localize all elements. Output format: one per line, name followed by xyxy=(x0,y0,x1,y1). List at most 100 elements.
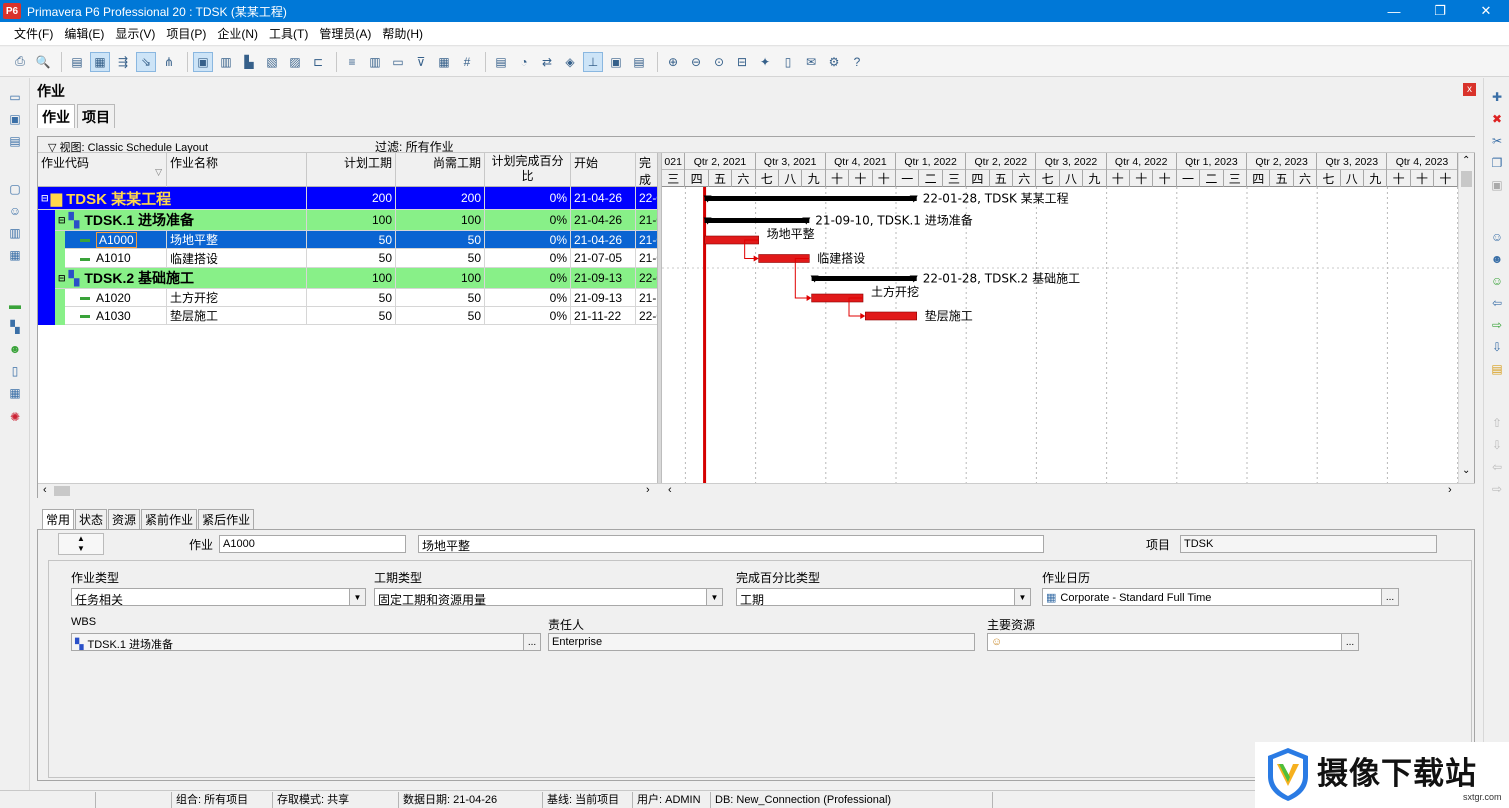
filter-icon[interactable]: ⊽ xyxy=(411,52,431,72)
close-button[interactable]: ✕ xyxy=(1463,0,1509,22)
activity-id-field[interactable]: A1000 xyxy=(219,535,406,553)
restore-button[interactable]: ❐ xyxy=(1417,0,1463,22)
record-navigator[interactable]: ▲ ▼ xyxy=(58,533,104,555)
collapse-icon[interactable]: ⊟ xyxy=(58,215,66,226)
table-font-icon[interactable]: ▭ xyxy=(388,52,408,72)
assign-steps-icon[interactable]: ⇩ xyxy=(1488,338,1506,355)
docs-nav-icon[interactable]: ▯ xyxy=(6,362,24,379)
help-icon[interactable]: ? xyxy=(847,52,867,72)
gantt-chart[interactable]: 021 Qtr 2, 2021 Qtr 3, 2021 Qtr 4, 2021 Qtr … xyxy=(662,153,1474,483)
tracking-nav-icon[interactable]: ▦ xyxy=(6,246,24,263)
wbs2-nav-icon[interactable]: ▚ xyxy=(6,318,24,335)
zoom-in-icon[interactable]: ⊕ xyxy=(663,52,683,72)
comment-icon[interactable]: ✉ xyxy=(801,52,821,72)
layout-icon[interactable]: ▥ xyxy=(365,52,385,72)
delete-icon[interactable]: ✖ xyxy=(1488,110,1506,127)
link-icon[interactable]: ⊏ xyxy=(308,52,328,72)
move-right-icon[interactable]: ⇨ xyxy=(1488,480,1506,497)
critical-icon[interactable]: ⊥ xyxy=(583,51,603,72)
resources-nav-icon[interactable]: ☺ xyxy=(6,202,24,219)
tab-activities[interactable]: 作业 xyxy=(37,104,75,128)
collapse-icon[interactable]: ⊟ xyxy=(58,273,66,284)
scroll-left-icon[interactable]: ‹ xyxy=(43,484,47,496)
assign-pred-icon[interactable]: ⇦ xyxy=(1488,294,1506,311)
calendar-browse-button[interactable]: ... xyxy=(1381,589,1398,605)
wbs-field[interactable]: ▚ TDSK.1 进场准备... xyxy=(71,633,541,651)
group-sort-icon[interactable]: ≡ xyxy=(342,52,362,72)
move-left-icon[interactable]: ⇦ xyxy=(1488,458,1506,475)
gantt-scroll-right-icon[interactable]: › xyxy=(1448,484,1452,496)
move-up-icon[interactable]: ⇧ xyxy=(1488,414,1506,431)
gear-icon[interactable]: ⚙ xyxy=(824,52,844,72)
menu-tools[interactable]: 工具(T) xyxy=(269,25,308,42)
resource-browse-button[interactable]: ... xyxy=(1341,634,1358,650)
table-row[interactable]: ⊟ ▆ TDSK 某某工程 200 200 0% 21-04-26 22-01-… xyxy=(38,187,660,210)
table-row[interactable]: ▬ A1030 垫层施工 50 50 0% 21-11-22 22-01-28 xyxy=(38,307,660,325)
hash-icon[interactable]: # xyxy=(457,52,477,72)
columns-icon[interactable]: ▤ xyxy=(67,52,87,72)
calendar-field[interactable]: ▦ Corporate - Standard Full Time... xyxy=(1042,588,1399,606)
timescale-icon[interactable]: ▦ xyxy=(434,52,454,72)
risks-nav-icon[interactable]: ✺ xyxy=(6,408,24,425)
eps-nav-icon[interactable]: ▣ xyxy=(6,110,24,127)
responsible-field[interactable]: Enterprise xyxy=(548,633,975,651)
notebook-icon[interactable]: ▤ xyxy=(1488,360,1506,377)
side-by-side-icon[interactable]: ▯ xyxy=(778,52,798,72)
minimize-button[interactable]: — xyxy=(1371,0,1417,22)
table-row[interactable]: ▬ A1010 临建搭设 50 50 0% 21-07-05 21-09-10 xyxy=(38,249,660,268)
copy-icon[interactable]: ❐ xyxy=(1488,154,1506,171)
col-activity-id[interactable]: 作业代码 ▽ xyxy=(38,153,167,187)
print-preview-icon[interactable]: 🔍 xyxy=(33,52,53,72)
dropdown-arrow-icon[interactable]: ▼ xyxy=(1014,589,1030,605)
progress-line-icon[interactable]: ⇘ xyxy=(136,51,156,72)
pct-type-select[interactable]: 工期 ▼ xyxy=(736,588,1031,606)
tab-predecessors[interactable]: 紧前作业 xyxy=(141,509,198,529)
tab-status[interactable]: 状态 xyxy=(75,509,108,529)
tab-resources[interactable]: 资源 xyxy=(108,509,141,529)
scroll-up-icon[interactable]: ⌃ xyxy=(1462,155,1470,166)
print-icon[interactable]: ⎙ xyxy=(10,52,30,72)
store-period-icon[interactable]: ▣ xyxy=(606,52,626,72)
baseline-icon[interactable]: ◈ xyxy=(560,52,580,72)
assign-code-icon[interactable]: ☺ xyxy=(1488,272,1506,289)
split-icon[interactable]: ⊟ xyxy=(732,52,752,72)
project-field[interactable]: TDSK xyxy=(1180,535,1437,553)
tab-projects[interactable]: 项目 xyxy=(77,104,115,128)
col-planned-pct[interactable]: 计划完成百分比 xyxy=(485,153,571,187)
assign-role-icon[interactable]: ☻ xyxy=(1488,250,1506,267)
schedule-icon[interactable]: ▤ xyxy=(491,52,511,72)
menu-admin[interactable]: 管理员(A) xyxy=(319,25,371,42)
activity-type-select[interactable]: 任务相关 ▼ xyxy=(71,588,366,606)
trace-icon[interactable]: ▨ xyxy=(285,52,305,72)
menu-help[interactable]: 帮助(H) xyxy=(382,25,423,42)
gantt-scroll-left-icon[interactable]: ‹ xyxy=(668,484,672,496)
gantt-icon[interactable]: ▥ xyxy=(216,52,236,72)
assign-resource-icon[interactable]: ☺ xyxy=(1488,228,1506,245)
collapse-icon[interactable]: ⊟ xyxy=(41,193,49,204)
col-planned-duration[interactable]: 计划工期 xyxy=(307,153,396,187)
col-activity-name[interactable]: 作业名称 xyxy=(167,153,307,187)
scroll-thumb[interactable] xyxy=(1461,171,1472,187)
menu-file[interactable]: 文件(F) xyxy=(14,25,53,42)
scroll-down-icon[interactable]: ⌄ xyxy=(1462,465,1470,476)
level-icon[interactable]: ◔ xyxy=(514,52,534,72)
projects-nav-icon[interactable]: ▭ xyxy=(6,88,24,105)
filter-view-icon[interactable]: ⇶ xyxy=(113,52,133,72)
tab-successors[interactable]: 紧后作业 xyxy=(198,509,255,529)
portfolio-nav-icon[interactable]: ▤ xyxy=(6,132,24,149)
scroll-right-icon[interactable]: › xyxy=(646,484,650,496)
network-icon[interactable]: ▧ xyxy=(262,52,282,72)
bars-icon[interactable]: ▦ xyxy=(90,51,110,72)
dropdown-arrow-icon[interactable]: ▼ xyxy=(706,589,722,605)
wbs-browse-button[interactable]: ... xyxy=(523,634,540,650)
col-start[interactable]: 开始 xyxy=(571,153,636,187)
hierarchy-icon[interactable]: ⋔ xyxy=(159,52,179,72)
menu-enterprise[interactable]: 企业(N) xyxy=(217,25,258,42)
move-down-icon[interactable]: ⇩ xyxy=(1488,436,1506,453)
calendar-nav-icon[interactable]: ▦ xyxy=(6,384,24,401)
summarize-icon[interactable]: ▤ xyxy=(629,52,649,72)
wbs-nav-icon[interactable]: ▢ xyxy=(6,180,24,197)
add-icon[interactable]: ✚ xyxy=(1488,88,1506,105)
table-row[interactable]: ▬ A1000 场地平整 50 50 0% 21-04-26 21-07-05 xyxy=(38,231,660,249)
activities-nav-icon[interactable]: ▬ xyxy=(6,296,24,313)
